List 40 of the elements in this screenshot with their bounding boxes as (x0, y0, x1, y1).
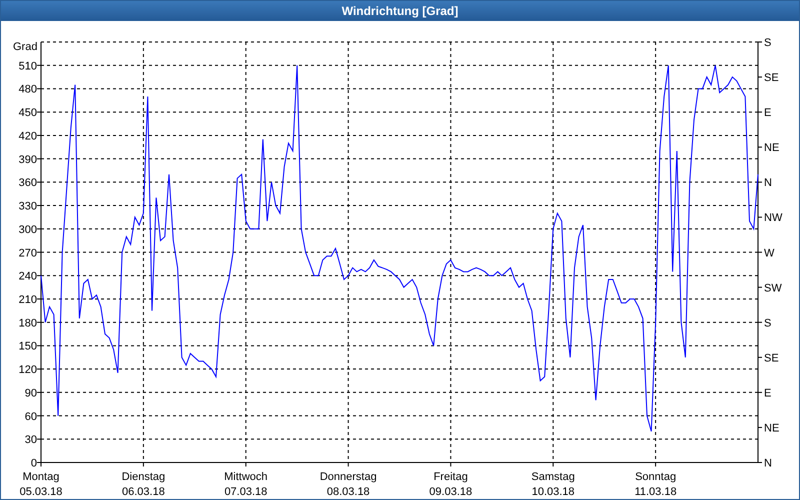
axis-label: 480 (18, 84, 37, 96)
axis-label: 360 (18, 177, 37, 190)
axis-label: NE (764, 422, 780, 434)
axis-label: 60 (24, 410, 37, 423)
axis-label: 450 (18, 107, 37, 120)
axis-label: 270 (18, 247, 37, 260)
axis-label: 330 (18, 200, 37, 213)
axis-label: NE (764, 142, 780, 154)
axis-label: 0 (30, 458, 37, 470)
axis-label: 510 (18, 60, 37, 72)
axis-label: NW (764, 212, 782, 224)
axis-label: 180 (18, 317, 37, 330)
axis-label: 300 (18, 224, 37, 236)
axis-label: 420 (18, 130, 37, 142)
axis-label: SW (764, 282, 782, 294)
axis-label: 210 (18, 294, 37, 306)
axis-label: 120 (18, 364, 37, 376)
axis-label: Freitag 09.03.18 (429, 471, 472, 498)
axis-label: 90 (24, 387, 37, 400)
axis-label: 390 (18, 154, 37, 166)
axis-label: 150 (18, 340, 37, 353)
window-title: Windrichtung [Grad] (1, 1, 799, 21)
axis-label: Donnerstag 08.03.18 (320, 471, 377, 498)
axis-label: S (764, 317, 772, 330)
axis-label: W (764, 247, 774, 260)
axis-label: Mittwoch 07.03.18 (224, 471, 268, 498)
axis-label: E (764, 387, 772, 400)
axis-label: Samstag 10.03.18 (531, 471, 575, 498)
axis-label: 240 (18, 270, 37, 283)
axis-label: SE (764, 72, 779, 84)
axis-label: Sonntag 11.03.18 (634, 471, 677, 498)
axis-label: 30 (24, 434, 37, 446)
axis-label: Dienstag 06.03.18 (122, 471, 166, 498)
axis-title: Grad (13, 41, 38, 53)
axis-label: S (764, 37, 772, 49)
axis-label: SE (764, 352, 779, 364)
axis-label: N (764, 458, 772, 470)
axis-label: Montag 05.03.18 (20, 471, 62, 498)
axis-label: E (764, 107, 772, 120)
axis-label: N (764, 177, 772, 190)
